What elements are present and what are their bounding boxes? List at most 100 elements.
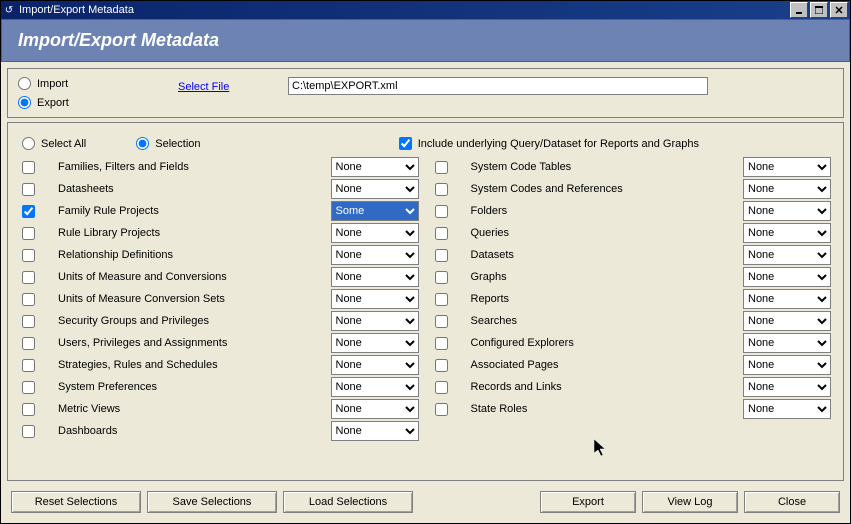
right-checkbox[interactable] <box>435 249 448 262</box>
left-label: Relationship Definitions <box>58 249 331 261</box>
view-log-button[interactable]: View Log <box>642 491 738 513</box>
left-select[interactable]: NoneSomeAll <box>331 399 419 419</box>
left-checkbox[interactable] <box>22 315 35 328</box>
left-select[interactable]: NoneSomeAll <box>331 179 419 199</box>
left-row: Relationship DefinitionsNoneSomeAll <box>18 244 421 266</box>
right-checkbox[interactable] <box>435 227 448 240</box>
right-row: System Code TablesNoneSomeAll <box>431 156 834 178</box>
left-select[interactable]: NoneSomeAll <box>331 157 419 177</box>
minimize-button[interactable] <box>790 2 808 18</box>
right-select[interactable]: NoneSomeAll <box>743 245 831 265</box>
left-checkbox[interactable] <box>22 271 35 284</box>
close-button[interactable] <box>830 2 848 18</box>
right-select[interactable]: NoneSomeAll <box>743 333 831 353</box>
app-icon: ↺ <box>3 4 15 16</box>
select-all-radio[interactable]: Select All <box>22 137 86 150</box>
left-checkbox[interactable] <box>22 337 35 350</box>
maximize-button[interactable] <box>810 2 828 18</box>
left-select[interactable]: NoneSomeAll <box>331 289 419 309</box>
right-select[interactable]: NoneSomeAll <box>743 377 831 397</box>
right-select[interactable]: NoneSomeAll <box>743 355 831 375</box>
right-select[interactable]: NoneSomeAll <box>743 311 831 331</box>
left-row: Users, Privileges and AssignmentsNoneSom… <box>18 332 421 354</box>
reset-selections-button[interactable]: Reset Selections <box>11 491 141 513</box>
left-checkbox[interactable] <box>22 183 35 196</box>
left-label: Family Rule Projects <box>58 205 331 217</box>
right-select[interactable]: NoneSomeAll <box>743 267 831 287</box>
export-button[interactable]: Export <box>540 491 636 513</box>
right-select[interactable]: NoneSomeAll <box>743 201 831 221</box>
left-select[interactable]: NoneSomeAll <box>331 245 419 265</box>
right-select[interactable]: NoneSomeAll <box>743 157 831 177</box>
right-checkbox[interactable] <box>435 337 448 350</box>
right-select[interactable]: NoneSomeAll <box>743 223 831 243</box>
right-checkbox[interactable] <box>435 403 448 416</box>
right-select[interactable]: NoneSomeAll <box>743 179 831 199</box>
export-radio-label: Export <box>37 97 69 109</box>
left-select[interactable]: NoneSomeAll <box>331 311 419 331</box>
include-underlying-checkbox[interactable] <box>399 137 412 150</box>
right-row: Associated PagesNoneSomeAll <box>431 354 834 376</box>
right-row: Records and LinksNoneSomeAll <box>431 376 834 398</box>
mode-panel: Import Export Select File <box>7 68 844 118</box>
file-path-input[interactable] <box>288 77 708 95</box>
close-action-button[interactable]: Close <box>744 491 840 513</box>
left-row: Metric ViewsNoneSomeAll <box>18 398 421 420</box>
right-row: State RolesNoneSomeAll <box>431 398 834 420</box>
right-label: Configured Explorers <box>471 337 744 349</box>
left-checkbox[interactable] <box>22 403 35 416</box>
left-select[interactable]: NoneSomeAll <box>331 223 419 243</box>
select-file-link[interactable]: Select File <box>178 81 229 93</box>
left-checkbox[interactable] <box>22 381 35 394</box>
left-row: Family Rule ProjectsNoneSomeAll <box>18 200 421 222</box>
left-checkbox[interactable] <box>22 359 35 372</box>
left-checkbox[interactable] <box>22 227 35 240</box>
left-row: DashboardsNoneSomeAll <box>18 420 421 442</box>
left-select[interactable]: NoneSomeAll <box>331 201 419 221</box>
left-select[interactable]: NoneSomeAll <box>331 333 419 353</box>
right-label: Reports <box>471 293 744 305</box>
left-row: Units of Measure Conversion SetsNoneSome… <box>18 288 421 310</box>
left-select[interactable]: NoneSomeAll <box>331 377 419 397</box>
right-select[interactable]: NoneSomeAll <box>743 399 831 419</box>
right-label: Associated Pages <box>471 359 744 371</box>
left-select[interactable]: NoneSomeAll <box>331 421 419 441</box>
right-checkbox[interactable] <box>435 161 448 174</box>
left-row: Families, Filters and FieldsNoneSomeAll <box>18 156 421 178</box>
right-label: Graphs <box>471 271 744 283</box>
left-label: Families, Filters and Fields <box>58 161 331 173</box>
right-label: Datasets <box>471 249 744 261</box>
save-selections-button[interactable]: Save Selections <box>147 491 277 513</box>
right-row: DatasetsNoneSomeAll <box>431 244 834 266</box>
right-checkbox[interactable] <box>435 293 448 306</box>
right-row: System Codes and ReferencesNoneSomeAll <box>431 178 834 200</box>
titlebar: ↺ Import/Export Metadata <box>1 1 850 19</box>
right-select[interactable]: NoneSomeAll <box>743 289 831 309</box>
select-all-label: Select All <box>41 138 86 150</box>
load-selections-button[interactable]: Load Selections <box>283 491 413 513</box>
right-checkbox[interactable] <box>435 205 448 218</box>
right-checkbox[interactable] <box>435 381 448 394</box>
right-checkbox[interactable] <box>435 183 448 196</box>
right-row: QueriesNoneSomeAll <box>431 222 834 244</box>
left-checkbox[interactable] <box>22 205 35 218</box>
right-row: SearchesNoneSomeAll <box>431 310 834 332</box>
right-row: ReportsNoneSomeAll <box>431 288 834 310</box>
left-checkbox[interactable] <box>22 161 35 174</box>
selection-radio[interactable]: Selection <box>136 137 200 150</box>
left-checkbox[interactable] <box>22 425 35 438</box>
right-checkbox[interactable] <box>435 359 448 372</box>
left-label: Units of Measure and Conversions <box>58 271 331 283</box>
right-checkbox[interactable] <box>435 271 448 284</box>
left-label: System Preferences <box>58 381 331 393</box>
export-radio[interactable]: Export <box>18 96 178 109</box>
left-label: Metric Views <box>58 403 331 415</box>
window-title: Import/Export Metadata <box>19 4 788 16</box>
right-checkbox[interactable] <box>435 315 448 328</box>
left-select[interactable]: NoneSomeAll <box>331 355 419 375</box>
left-checkbox[interactable] <box>22 249 35 262</box>
left-select[interactable]: NoneSomeAll <box>331 267 419 287</box>
left-checkbox[interactable] <box>22 293 35 306</box>
import-radio[interactable]: Import <box>18 77 178 90</box>
left-label: Strategies, Rules and Schedules <box>58 359 331 371</box>
